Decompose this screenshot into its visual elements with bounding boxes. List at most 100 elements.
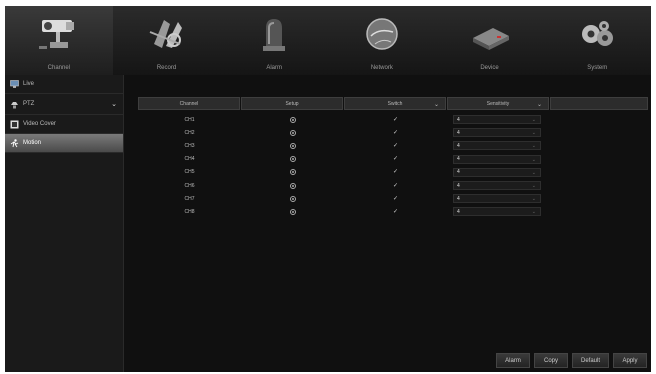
sidebar-item-label: Live (23, 81, 35, 87)
switch-cell: ✓ (344, 183, 447, 189)
sensitivity-select[interactable]: 4 ⌄ (453, 167, 541, 177)
sidebar-item-video-cover[interactable]: Video Cover (5, 115, 123, 134)
setup-gear-icon[interactable] (289, 169, 296, 176)
switch-checkbox[interactable]: ✓ (393, 196, 398, 202)
sensitivity-select[interactable]: 4 ⌄ (453, 154, 541, 164)
table-row: CH3 ✓ 4 ⌄ (138, 139, 550, 152)
switch-cell: ✓ (344, 117, 447, 123)
setup-cell (241, 208, 344, 215)
chevron-down-icon: ⌄ (531, 143, 536, 150)
table-row: CH1 ✓ 4 ⌄ (138, 113, 550, 126)
tab-alarm[interactable]: Alarm (220, 6, 328, 75)
switch-cell: ✓ (344, 169, 447, 175)
sensitivity-value: 4 (457, 142, 460, 149)
switch-checkbox[interactable]: ✓ (393, 183, 398, 189)
film-reel-icon (149, 20, 182, 48)
sensitivity-cell: 4 ⌄ (447, 128, 550, 138)
sensitivity-select[interactable]: 4 ⌄ (453, 207, 541, 217)
channel-cell: CH5 (184, 169, 195, 176)
table-row: CH5 ✓ 4 ⌄ (138, 166, 550, 179)
setup-gear-icon[interactable] (289, 129, 296, 136)
table-row: CH4 ✓ 4 ⌄ (138, 153, 550, 166)
sensitivity-select[interactable]: 4 ⌄ (453, 194, 541, 204)
column-header-sensitivity[interactable]: Sensitivity ⌄ (447, 97, 549, 110)
chevron-down-icon: ⌄ (531, 130, 536, 137)
tab-label: Record (156, 65, 177, 71)
video-cover-icon (9, 120, 19, 129)
setup-cell (241, 156, 344, 163)
switch-checkbox[interactable]: ✓ (393, 169, 398, 175)
sensitivity-cell: 4 ⌄ (447, 141, 550, 151)
sensitivity-value: 4 (457, 182, 460, 189)
top-navigation: Channel Record Alarm Network Device Syst… (5, 6, 651, 75)
default-button[interactable]: Default (572, 353, 609, 368)
copy-button[interactable]: Copy (534, 353, 568, 368)
chevron-down-icon[interactable]: ⌄ (434, 101, 439, 108)
ptz-camera-icon (9, 100, 19, 109)
sidebar-item-label: PTZ (23, 101, 35, 107)
switch-cell: ✓ (344, 156, 447, 162)
tab-label: Alarm (266, 65, 283, 71)
switch-checkbox[interactable]: ✓ (393, 117, 398, 123)
setup-cell (241, 116, 344, 123)
sidebar-item-live[interactable]: Live (5, 75, 123, 94)
sensitivity-select[interactable]: 4 ⌄ (453, 181, 541, 191)
channel-cell: CH6 (184, 182, 195, 189)
setup-cell (241, 182, 344, 189)
action-buttons: Alarm Copy Default Apply (496, 353, 647, 368)
column-header-setup: Setup (241, 97, 343, 110)
switch-cell: ✓ (344, 196, 447, 202)
chevron-down-icon: ⌄ (531, 156, 536, 163)
channel-cell: CH1 (184, 116, 195, 123)
setup-cell (241, 129, 344, 136)
sensitivity-value: 4 (457, 156, 460, 163)
setup-gear-icon[interactable] (289, 195, 296, 202)
sensitivity-value: 4 (457, 208, 460, 215)
switch-checkbox[interactable]: ✓ (393, 209, 398, 215)
setup-gear-icon[interactable] (289, 156, 296, 163)
tab-label: Device (480, 65, 499, 71)
column-header-switch[interactable]: Switch ⌄ (344, 97, 446, 110)
alarm-button[interactable]: Alarm (496, 353, 530, 368)
chevron-down-icon: ⌄ (531, 117, 536, 124)
setup-cell (241, 142, 344, 149)
header-label: Switch (387, 100, 403, 107)
chevron-down-icon: ⌄ (531, 196, 536, 203)
running-person-icon (9, 138, 19, 148)
motion-settings-panel: Channel Setup Switch ⌄ Sensitivity ⌄ CH1… (124, 75, 651, 372)
setup-gear-icon[interactable] (289, 142, 296, 149)
apply-button[interactable]: Apply (613, 353, 647, 368)
sensitivity-select[interactable]: 4 ⌄ (453, 128, 541, 138)
sidebar-item-ptz[interactable]: PTZ ⌄ (5, 94, 123, 115)
chevron-down-icon: ⌄ (531, 183, 536, 190)
switch-checkbox[interactable]: ✓ (393, 130, 398, 136)
sidebar-item-motion[interactable]: Motion (5, 134, 123, 153)
tab-network[interactable]: Network (328, 6, 436, 75)
switch-checkbox[interactable]: ✓ (393, 156, 398, 162)
sensitivity-value: 4 (457, 195, 460, 202)
chevron-down-icon: ⌄ (531, 169, 536, 176)
sensitivity-select[interactable]: 4 ⌄ (453, 141, 541, 151)
setup-cell (241, 169, 344, 176)
dvr-window: Channel Record Alarm Network Device Syst… (5, 6, 651, 372)
setup-gear-icon[interactable] (289, 116, 296, 123)
table-row: CH7 ✓ 4 ⌄ (138, 192, 550, 205)
tab-channel[interactable]: Channel (5, 6, 113, 75)
setup-gear-icon[interactable] (289, 182, 296, 189)
sidebar-item-label: Motion (23, 140, 42, 146)
chevron-down-icon[interactable]: ⌄ (111, 100, 117, 108)
setup-gear-icon[interactable] (289, 208, 296, 215)
tab-device[interactable]: Device (436, 6, 544, 75)
sidebar-item-label: Video Cover (23, 121, 56, 127)
sensitivity-select[interactable]: 4 ⌄ (453, 115, 541, 125)
sensitivity-value: 4 (457, 116, 460, 123)
header-label: Setup (285, 100, 299, 107)
sensitivity-cell: 4 ⌄ (447, 115, 550, 125)
chevron-down-icon[interactable]: ⌄ (537, 101, 542, 108)
chevron-down-icon: ⌄ (531, 209, 536, 216)
column-header-channel: Channel (138, 97, 240, 110)
tab-system[interactable]: System (543, 6, 651, 75)
switch-checkbox[interactable]: ✓ (393, 143, 398, 149)
tab-record[interactable]: Record (113, 6, 221, 75)
tab-label: Network (370, 65, 393, 71)
